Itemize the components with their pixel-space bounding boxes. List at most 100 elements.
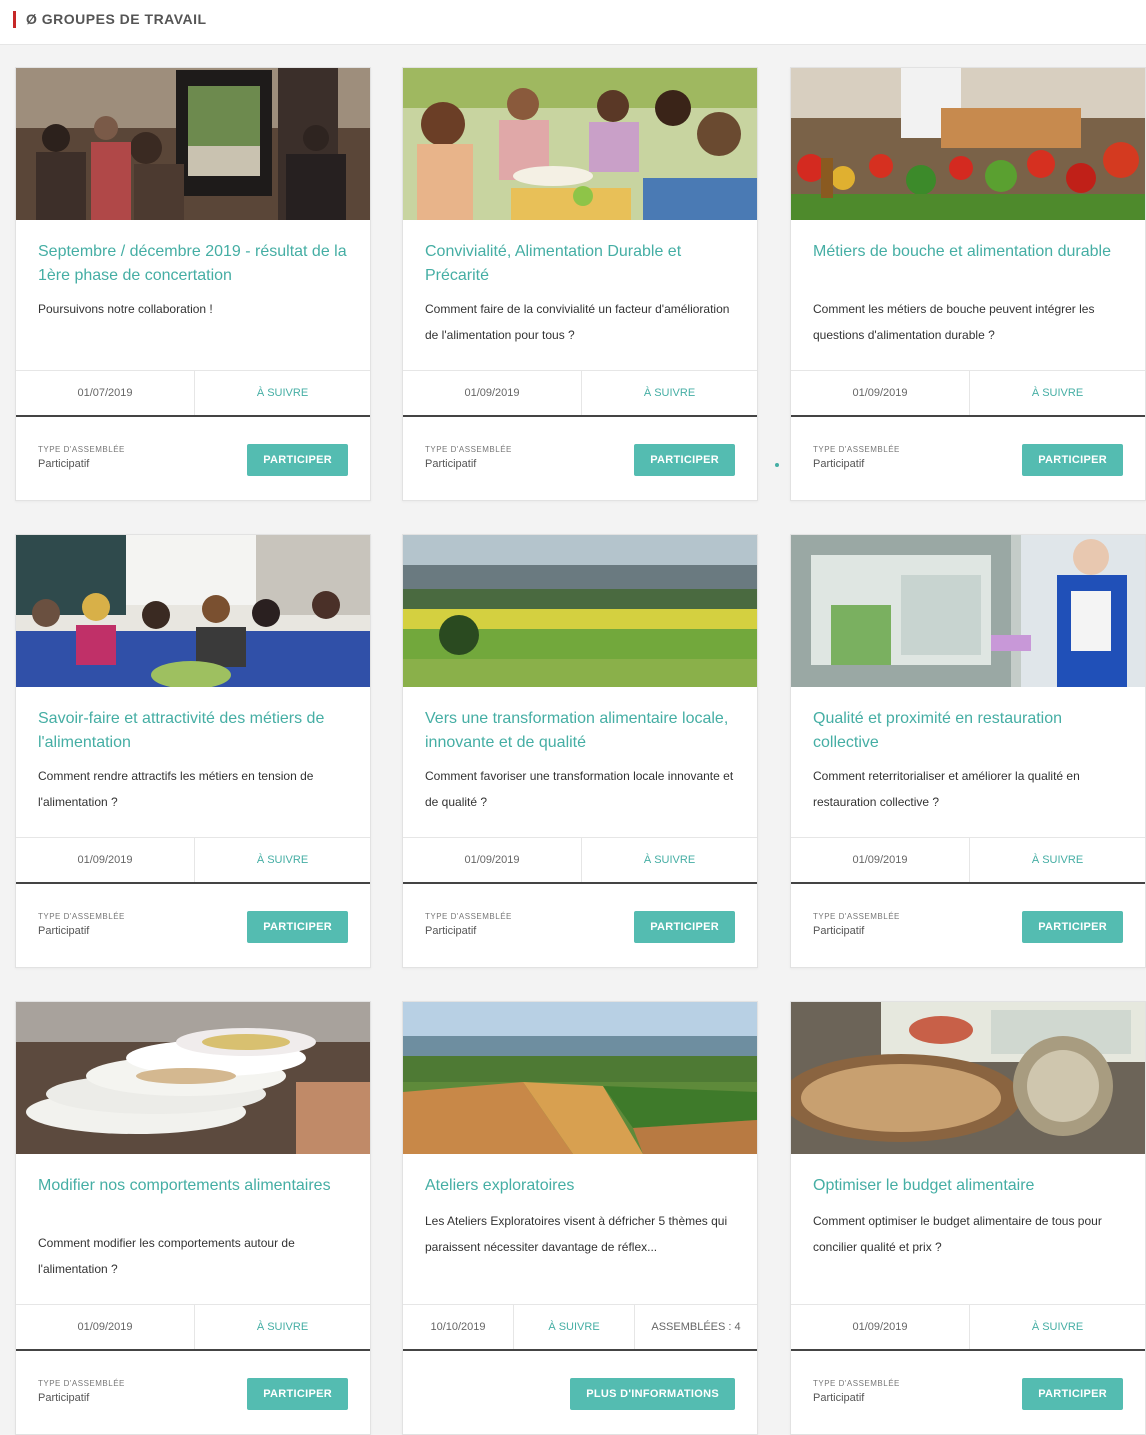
section-header: ø GROUPES DE TRAVAIL <box>0 0 1146 45</box>
assembly-type-value: Participatif <box>425 458 477 470</box>
section-marker <box>13 11 16 28</box>
card-title[interactable]: Métiers de bouche et alimentation durabl… <box>813 240 1131 264</box>
assembly-type-value: Participatif <box>38 1392 90 1404</box>
card-budget[interactable]: Optimiser le budget alimentaire Comment … <box>790 1001 1146 1435</box>
card-image[interactable] <box>16 535 370 687</box>
card-title[interactable]: Ateliers exploratoires <box>425 1174 743 1198</box>
card-date: 10/10/2019 <box>403 1305 514 1349</box>
card-savoir-faire[interactable]: Savoir-faire et attractivité des métiers… <box>15 534 371 968</box>
card-metiers-bouche[interactable]: Métiers de bouche et alimentation durabl… <box>790 67 1146 501</box>
card-transformation[interactable]: Vers une transformation alimentaire loca… <box>402 534 758 968</box>
participate-button[interactable]: PARTICIPER <box>247 1378 348 1410</box>
assembly-type-value: Participatif <box>38 925 90 937</box>
card-description: Comment rendre attractifs les métiers en… <box>38 769 314 809</box>
follow-link[interactable]: À SUIVRE <box>970 838 1145 882</box>
card-title[interactable]: Savoir-faire et attractivité des métiers… <box>38 707 356 755</box>
assembly-type-value: Participatif <box>425 925 477 937</box>
card-image[interactable] <box>791 1002 1145 1154</box>
card-restauration[interactable]: Qualité et proximité en restauration col… <box>790 534 1146 968</box>
card-meta: 01/09/2019 À SUIVRE <box>791 1304 1145 1351</box>
card-title[interactable]: Modifier nos comportements alimentaires <box>38 1174 356 1198</box>
card-date: 01/09/2019 <box>791 838 970 882</box>
follow-link[interactable]: À SUIVRE <box>195 371 370 415</box>
card-title[interactable]: Vers une transformation alimentaire loca… <box>425 707 743 755</box>
assembly-type-value: Participatif <box>813 925 865 937</box>
card-description: Comment optimiser le budget alimentaire … <box>813 1214 1102 1254</box>
card-image[interactable] <box>403 68 757 220</box>
card-date: 01/07/2019 <box>16 371 195 415</box>
assembly-count: ASSEMBLÉES : 4 <box>651 1321 741 1333</box>
more-info-button[interactable]: PLUS D'INFORMATIONS <box>570 1378 735 1410</box>
card-footer: TYPE D'ASSEMBLÉE Participatif PARTICIPER <box>16 883 370 967</box>
assembly-type-value: Participatif <box>813 458 865 470</box>
assembly-type-label: TYPE D'ASSEMBLÉE <box>38 912 125 921</box>
family-meal-photo <box>403 68 757 220</box>
bread-coin-photo <box>791 1002 1145 1154</box>
card-image[interactable] <box>403 1002 757 1154</box>
card-comportements[interactable]: Modifier nos comportements alimentaires … <box>15 1001 371 1435</box>
card-image[interactable] <box>791 68 1145 220</box>
card-description: Comment modifier les comportements autou… <box>38 1236 295 1276</box>
card-meta: 01/09/2019 À SUIVRE <box>403 370 757 417</box>
card-meta: 01/09/2019 À SUIVRE <box>16 1304 370 1351</box>
assembly-type-value: Participatif <box>813 1392 865 1404</box>
follow-link[interactable]: À SUIVRE <box>582 838 757 882</box>
card-convivialite[interactable]: Convivialité, Alimentation Durable et Pr… <box>402 67 758 501</box>
countryside-city-photo <box>403 535 757 687</box>
assembly-type-label: TYPE D'ASSEMBLÉE <box>813 445 900 454</box>
card-description: Comment favoriser une transformation loc… <box>425 769 734 809</box>
card-description: Poursuivons notre collaboration ! <box>38 302 213 316</box>
participate-button[interactable]: PARTICIPER <box>1022 1378 1123 1410</box>
assembly-type-label: TYPE D'ASSEMBLÉE <box>38 1379 125 1388</box>
follow-link[interactable]: À SUIVRE <box>514 1305 635 1349</box>
card-description: Comment faire de la convivialité un fact… <box>425 302 730 342</box>
canteen-worker-photo <box>791 535 1145 687</box>
card-footer: TYPE D'ASSEMBLÉE Participatif PARTICIPER <box>403 416 757 500</box>
card-image[interactable] <box>403 535 757 687</box>
card-footer: TYPE D'ASSEMBLÉE Participatif PARTICIPER <box>16 1350 370 1434</box>
card-description: Comment reterritorialiser et améliorer l… <box>813 769 1080 809</box>
carousel-dot <box>775 463 779 467</box>
participate-button[interactable]: PARTICIPER <box>1022 911 1123 943</box>
card-image[interactable] <box>16 1002 370 1154</box>
classroom-photo <box>16 535 370 687</box>
card-footer: TYPE D'ASSEMBLÉE Participatif PARTICIPER <box>791 883 1145 967</box>
card-title[interactable]: Optimiser le budget alimentaire <box>813 1174 1131 1198</box>
card-ateliers[interactable]: Ateliers exploratoires Les Ateliers Expl… <box>402 1001 758 1435</box>
card-date: 01/09/2019 <box>403 371 582 415</box>
card-date: 01/09/2019 <box>16 838 195 882</box>
participate-button[interactable]: PARTICIPER <box>1022 444 1123 476</box>
follow-link[interactable]: À SUIVRE <box>195 838 370 882</box>
card-footer: TYPE D'ASSEMBLÉE Participatif PARTICIPER <box>403 883 757 967</box>
participate-button[interactable]: PARTICIPER <box>634 911 735 943</box>
card-description: Comment les métiers de bouche peuvent in… <box>813 302 1095 342</box>
card-footer: TYPE D'ASSEMBLÉE Participatif PARTICIPER <box>791 416 1145 500</box>
card-footer: TYPE D'ASSEMBLÉE Participatif PARTICIPER <box>791 1350 1145 1434</box>
card-meta: 01/09/2019 À SUIVRE <box>16 837 370 884</box>
card-title[interactable]: Septembre / décembre 2019 - résultat de … <box>38 240 356 288</box>
card-meta: 01/09/2019 À SUIVRE <box>791 370 1145 417</box>
card-meta: 10/10/2019 À SUIVRE ASSEMBLÉES : 4 <box>403 1304 757 1351</box>
card-concertation[interactable]: Septembre / décembre 2019 - résultat de … <box>15 67 371 501</box>
assembly-type-label: TYPE D'ASSEMBLÉE <box>425 912 512 921</box>
participate-button[interactable]: PARTICIPER <box>247 911 348 943</box>
vegetables-photo <box>791 68 1145 220</box>
card-date: 01/09/2019 <box>791 1305 970 1349</box>
assembly-type-label: TYPE D'ASSEMBLÉE <box>813 1379 900 1388</box>
follow-link[interactable]: À SUIVRE <box>195 1305 370 1349</box>
card-date: 01/09/2019 <box>16 1305 195 1349</box>
participate-button[interactable]: PARTICIPER <box>634 444 735 476</box>
card-title[interactable]: Convivialité, Alimentation Durable et Pr… <box>425 240 743 288</box>
participate-button[interactable]: PARTICIPER <box>247 444 348 476</box>
card-description: Les Ateliers Exploratoires visent à défr… <box>425 1214 728 1254</box>
stacked-plates-photo <box>16 1002 370 1154</box>
follow-link[interactable]: À SUIVRE <box>582 371 757 415</box>
card-image[interactable] <box>16 68 370 220</box>
follow-link[interactable]: À SUIVRE <box>970 1305 1145 1349</box>
card-meta: 01/09/2019 À SUIVRE <box>403 837 757 884</box>
card-meta: 01/07/2019 À SUIVRE <box>16 370 370 417</box>
follow-link[interactable]: À SUIVRE <box>970 371 1145 415</box>
card-image[interactable] <box>791 535 1145 687</box>
card-title[interactable]: Qualité et proximité en restauration col… <box>813 707 1131 755</box>
event-crowd-photo <box>16 68 370 220</box>
